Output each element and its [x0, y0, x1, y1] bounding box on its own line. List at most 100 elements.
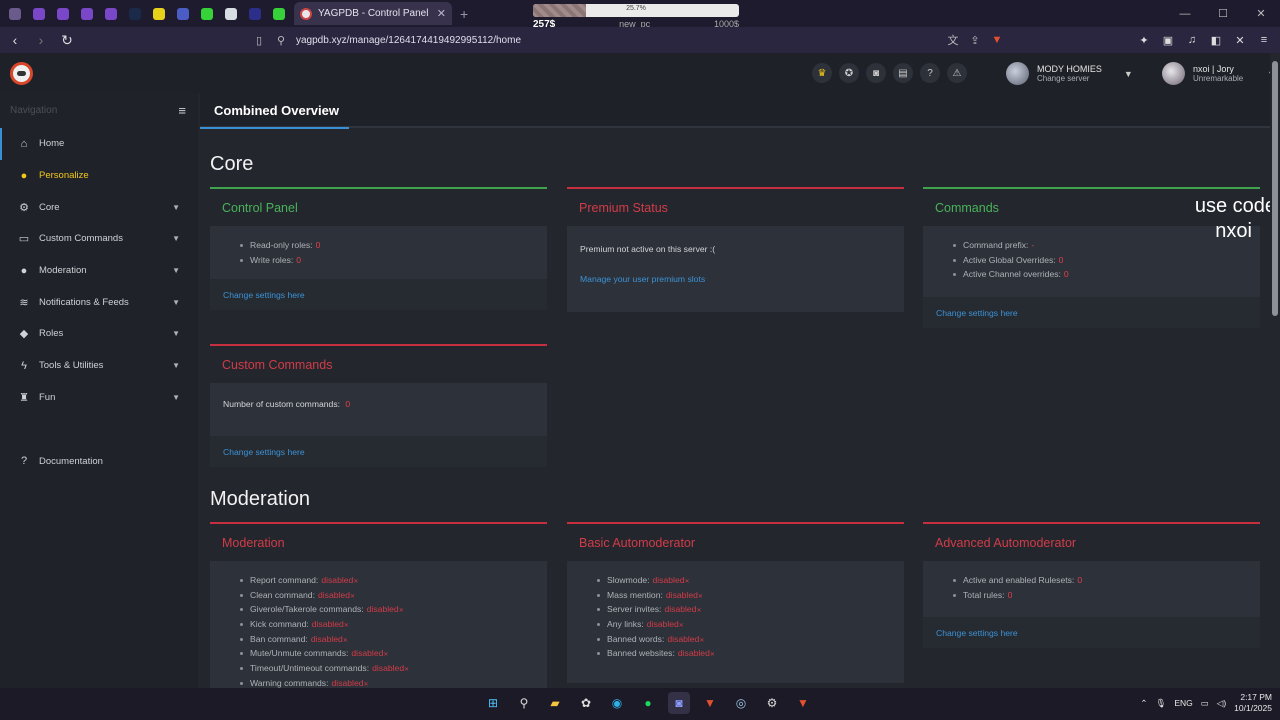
premium-crown-icon[interactable]: ♛: [812, 63, 832, 83]
pinned-tab[interactable]: [52, 3, 74, 25]
share-icon[interactable]: ⇪: [968, 34, 982, 47]
row-label: Warning commands:: [250, 677, 329, 688]
sidebar-item-moderation[interactable]: ● Moderation ▼: [0, 255, 198, 287]
warning-icon[interactable]: ⚠: [947, 63, 967, 83]
maximize-icon[interactable]: ☐: [1204, 0, 1242, 27]
pinned-tab[interactable]: [244, 3, 266, 25]
cross-icon: ✕: [696, 608, 702, 615]
reload-icon[interactable]: ↻: [56, 29, 78, 51]
chevron-up-icon[interactable]: ⌃: [1140, 698, 1147, 709]
tab-combined-overview[interactable]: Combined Overview: [200, 93, 349, 129]
change-settings-link[interactable]: Change settings here: [210, 436, 547, 467]
display-icon[interactable]: ▭: [1201, 698, 1209, 709]
discord-icon[interactable]: ◙: [866, 63, 886, 83]
sidebar-toggle-icon[interactable]: ◧: [1206, 34, 1226, 47]
chatgpt-icon[interactable]: ✿: [575, 692, 597, 714]
status-disabled: disabled: [310, 633, 343, 644]
search-icon[interactable]: ⚲: [513, 692, 535, 714]
yagpdb-logo[interactable]: [10, 62, 33, 85]
extensions-icon[interactable]: ✦: [1134, 34, 1154, 47]
clock[interactable]: 2:17 PM 10/1/2025: [1234, 692, 1272, 714]
start-icon[interactable]: ⊞: [482, 692, 504, 714]
cross-icon: ✕: [343, 623, 349, 630]
list-item: Warning commands: disabled✕: [240, 676, 533, 688]
sidebar-item-notifications-feeds[interactable]: ≋ Notifications & Feeds ▼: [0, 286, 198, 318]
discord-icon[interactable]: ◙: [668, 692, 690, 714]
hamburger-icon[interactable]: ≡: [178, 103, 186, 118]
pinned-tab[interactable]: [172, 3, 194, 25]
row-label: Banned websites:: [607, 648, 675, 659]
pinned-tab[interactable]: [100, 3, 122, 25]
change-settings-link[interactable]: Change settings here: [923, 297, 1260, 329]
settings-icon[interactable]: ⚙: [761, 692, 783, 714]
leo-icon[interactable]: ✕: [1230, 34, 1250, 47]
site-info-icon[interactable]: ⚲: [274, 34, 288, 47]
steam-icon[interactable]: ◎: [730, 692, 752, 714]
brave-shields-icon[interactable]: ▼: [990, 34, 1004, 46]
pinned-tab[interactable]: [4, 3, 26, 25]
sidebar-item-tools-utilities[interactable]: ϟ Tools & Utilities ▼: [0, 350, 198, 382]
sidebar-item-label: Custom Commands: [39, 233, 123, 245]
status-disabled: disabled: [667, 633, 700, 644]
card-title: Custom Commands: [210, 346, 547, 383]
sidebar-item-roles[interactable]: ◆ Roles ▼: [0, 318, 198, 350]
pinned-tab[interactable]: [28, 3, 50, 25]
change-settings-link[interactable]: Change settings here: [210, 279, 547, 311]
status-disabled: disabled: [665, 589, 698, 600]
sidebar-item-documentation[interactable]: ? Documentation: [0, 445, 198, 477]
brave-beta-icon[interactable]: ▼: [792, 692, 814, 714]
wallet-icon[interactable]: ▣: [1158, 34, 1178, 47]
close-tab-icon[interactable]: ✕: [437, 7, 446, 20]
page-scrollbar[interactable]: [1270, 53, 1280, 688]
server-change-label: Change server: [1037, 74, 1090, 83]
music-icon[interactable]: ♫: [1182, 34, 1202, 46]
user-menu[interactable]: nxoi | Jory Unremarkable ▼: [1162, 62, 1276, 85]
pinned-tab[interactable]: [76, 3, 98, 25]
spotify-icon[interactable]: ●: [637, 692, 659, 714]
change-settings-link[interactable]: Change settings here: [923, 617, 1260, 649]
sidebar-item-personalize[interactable]: ● Personalize: [0, 160, 198, 192]
edge-icon[interactable]: ◉: [606, 692, 628, 714]
pinned-tab[interactable]: [148, 3, 170, 25]
language-indicator[interactable]: ENG: [1174, 698, 1192, 708]
url-text[interactable]: yagpdb.xyz/manage/1264174419492995112/ho…: [296, 35, 938, 46]
cross-icon: ✕: [363, 681, 369, 688]
volume-icon[interactable]: ◁): [1217, 698, 1226, 709]
sidebar-item-home[interactable]: ⌂ Home: [0, 128, 198, 160]
news-icon[interactable]: ▤: [893, 63, 913, 83]
pinned-tab-favicon-icon: [105, 7, 117, 20]
cross-icon: ✕: [398, 608, 404, 615]
new-tab-icon[interactable]: +: [460, 6, 468, 22]
minimize-icon[interactable]: —: [1166, 0, 1204, 27]
list-item: Active Global Overrides: 0: [953, 253, 1246, 268]
sidebar-item-custom-commands[interactable]: ▭ Custom Commands ▼: [0, 223, 198, 255]
list-item: Banned words: disabled✕: [597, 632, 890, 647]
forward-icon[interactable]: ›: [30, 29, 52, 51]
pinned-tabs: [0, 3, 290, 25]
pinned-tab[interactable]: [196, 3, 218, 25]
menu-icon[interactable]: ≡: [1254, 34, 1274, 46]
server-selector[interactable]: MODY HOMIES Change server ▼: [1006, 62, 1133, 85]
pinned-tab[interactable]: [268, 3, 290, 25]
brave-icon[interactable]: ▼: [699, 692, 721, 714]
row-label: Active and enabled Rulesets:: [963, 575, 1075, 585]
scrollbar-thumb[interactable]: [1272, 61, 1278, 316]
pinned-tab[interactable]: [124, 3, 146, 25]
sidebar-item-core[interactable]: ⚙ Core ▼: [0, 191, 198, 223]
translate-icon[interactable]: 文: [946, 32, 960, 48]
address-bar[interactable]: ▯ ⚲ yagpdb.xyz/manage/126417441949299511…: [252, 29, 1004, 51]
sidebar-item-label: Personalize: [39, 170, 89, 182]
sidebar-item-fun[interactable]: ♜ Fun ▼: [0, 382, 198, 414]
pinned-tab[interactable]: [220, 3, 242, 25]
list-item: Server invites: disabled✕: [597, 602, 890, 617]
lightbulb-icon[interactable]: ✪: [839, 63, 859, 83]
microphone-icon[interactable]: 🎙︎: [1156, 698, 1167, 709]
bookmark-icon[interactable]: ▯: [252, 34, 266, 47]
file-explorer-icon[interactable]: ▰: [544, 692, 566, 714]
close-window-icon[interactable]: ✕: [1242, 0, 1280, 27]
help-icon[interactable]: ?: [920, 63, 940, 83]
manage-premium-link[interactable]: Manage your user premium slots: [580, 272, 890, 286]
active-browser-tab[interactable]: YAGPDB - Control Panel | MODY ✕: [294, 2, 452, 25]
page-tabs: Combined Overview: [200, 93, 1270, 129]
back-icon[interactable]: ‹: [4, 29, 26, 51]
